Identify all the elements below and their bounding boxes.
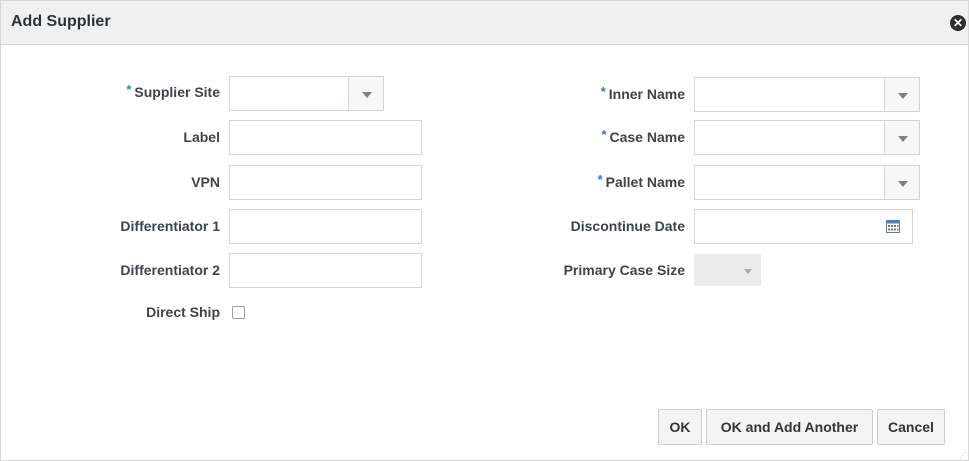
chevron-down-icon [898,181,908,187]
chevron-down-icon [898,93,908,99]
inner-name-label: * Inner Name [600,84,685,102]
cancel-button[interactable]: Cancel [877,409,945,445]
calendar-icon[interactable] [886,220,900,233]
primary-case-size-label: Primary Case Size [563,262,685,278]
case-name-dropdown-button[interactable] [884,120,920,155]
inner-name-select[interactable] [694,77,920,112]
case-name-label: * Case Name [601,127,686,145]
close-icon[interactable]: ✕ [950,15,966,31]
vpn-input[interactable] [229,165,422,200]
primary-case-size-select [694,254,761,286]
chevron-down-icon [362,92,372,98]
differentiator-1-label: Differentiator 1 [120,218,220,234]
vpn-label: VPN [191,174,220,190]
required-marker: * [597,172,603,187]
add-supplier-dialog: Add Supplier ✕ * Supplier Site Label VPN … [0,0,969,461]
inner-name-dropdown-button[interactable] [884,77,920,112]
pallet-name-label: * Pallet Name [597,172,685,190]
case-name-select[interactable] [694,120,920,155]
supplier-site-select[interactable] [229,76,384,111]
supplier-site-dropdown-button[interactable] [348,76,384,111]
differentiator-2-label: Differentiator 2 [120,262,220,278]
chevron-down-icon [898,136,908,142]
required-marker: * [126,82,132,97]
pallet-name-dropdown-button[interactable] [884,165,920,200]
supplier-site-label-text: Supplier Site [134,84,220,100]
supplier-site-label: * Supplier Site [126,82,220,100]
pallet-name-label-text: Pallet Name [605,174,685,190]
ok-button[interactable]: OK [658,409,702,445]
ok-and-add-another-button[interactable]: OK and Add Another [706,409,873,445]
required-marker: * [601,127,607,142]
differentiator-2-input[interactable] [229,253,422,288]
required-marker: * [600,84,606,99]
differentiator-1-input[interactable] [229,209,422,244]
direct-ship-label: Direct Ship [146,304,220,320]
case-name-label-text: Case Name [609,129,686,145]
inner-name-label-text: Inner Name [608,86,685,102]
direct-ship-checkbox[interactable] [232,306,245,319]
chevron-down-icon [744,269,752,274]
dialog-title-bar: Add Supplier ✕ [1,1,968,45]
pallet-name-select[interactable] [694,165,920,200]
dialog-title: Add Supplier [11,13,111,30]
label-input[interactable] [229,120,422,155]
discontinue-date-input[interactable] [694,209,913,244]
discontinue-date-label: Discontinue Date [570,218,685,234]
resize-handle[interactable]: ⋰ [959,451,967,460]
label-field-label: Label [183,129,220,145]
